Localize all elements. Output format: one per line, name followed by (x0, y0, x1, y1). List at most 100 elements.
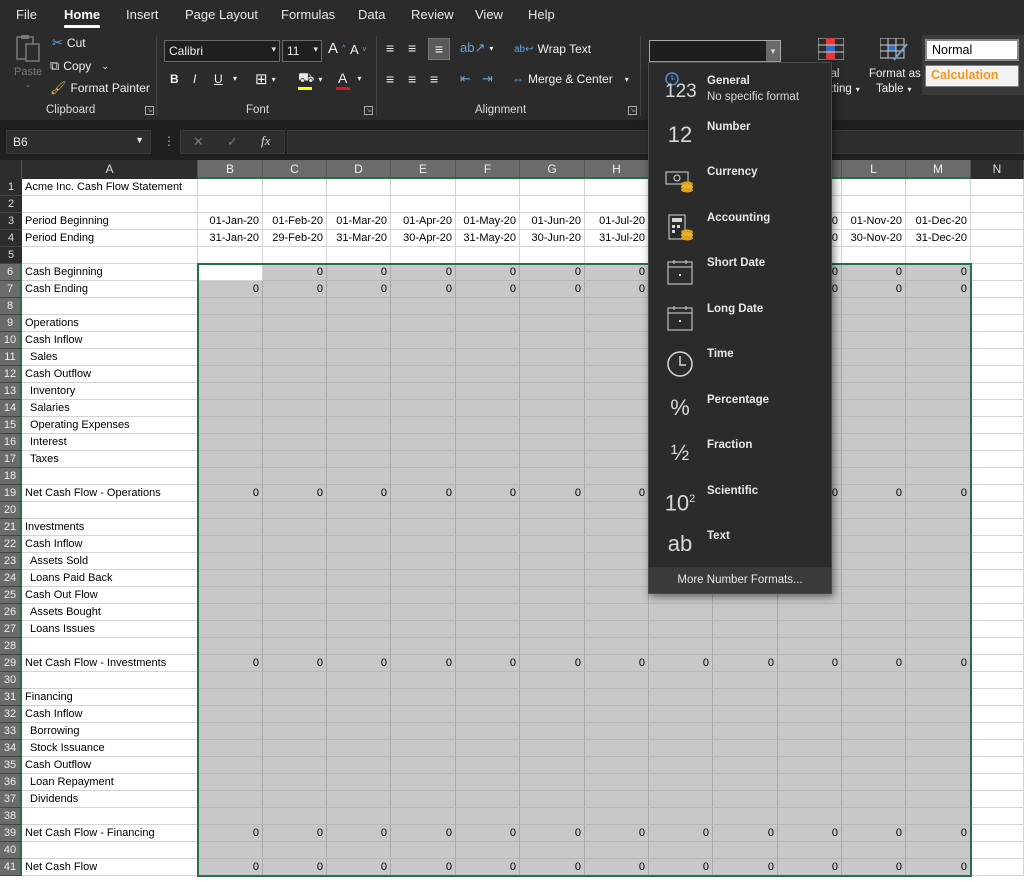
row-header[interactable]: 28 (0, 638, 22, 655)
cell-c15[interactable] (263, 417, 327, 434)
cell-f17[interactable] (456, 451, 520, 468)
cell-f37[interactable] (456, 791, 520, 808)
cell-j35[interactable] (713, 757, 778, 774)
cell-l33[interactable] (842, 723, 906, 740)
cell-a13[interactable]: Inventory (22, 383, 198, 400)
cell-e9[interactable] (391, 315, 456, 332)
cell-d3[interactable]: 01-Mar-20 (327, 213, 391, 230)
cell-f31[interactable] (456, 689, 520, 706)
cell-a28[interactable] (22, 638, 198, 655)
cell-h26[interactable] (585, 604, 649, 621)
calculation-style[interactable]: Calculation (925, 65, 1019, 87)
cell-e18[interactable] (391, 468, 456, 485)
cell-l21[interactable] (842, 519, 906, 536)
cell-i30[interactable] (649, 672, 713, 689)
cell-e36[interactable] (391, 774, 456, 791)
cell-b27[interactable] (198, 621, 263, 638)
cell-g37[interactable] (520, 791, 585, 808)
cell-k29[interactable]: 0 (778, 655, 842, 672)
number-format-scientific[interactable]: 102 Scientific (649, 476, 831, 521)
borders-button[interactable]: ⊞ ▾ (255, 70, 276, 88)
cell-m13[interactable] (906, 383, 971, 400)
cell-d18[interactable] (327, 468, 391, 485)
cell-n28[interactable] (971, 638, 1024, 655)
cell-l17[interactable] (842, 451, 906, 468)
cell-c41[interactable]: 0 (263, 859, 327, 876)
cell-b4[interactable]: 31-Jan-20 (198, 230, 263, 247)
cell-l38[interactable] (842, 808, 906, 825)
cell-e3[interactable]: 01-Apr-20 (391, 213, 456, 230)
cell-l26[interactable] (842, 604, 906, 621)
cell-d1[interactable] (327, 179, 391, 196)
cell-e30[interactable] (391, 672, 456, 689)
cell-f19[interactable]: 0 (456, 485, 520, 502)
cell-e40[interactable] (391, 842, 456, 859)
cell-d2[interactable] (327, 196, 391, 213)
cell-f39[interactable]: 0 (456, 825, 520, 842)
copy-button[interactable]: ⧉ Copy ⌄ (50, 58, 109, 74)
normal-style[interactable]: Normal (925, 39, 1019, 61)
increase-font-size-button[interactable]: A ^ (328, 40, 345, 57)
cell-a18[interactable] (22, 468, 198, 485)
top-align-button[interactable]: ≡ (386, 40, 394, 56)
bottom-align-button[interactable]: ≡ (428, 38, 450, 60)
column-header-g[interactable]: G (520, 160, 585, 179)
format-as-table-button-line2[interactable]: Table ▾ (876, 83, 912, 95)
cell-j41[interactable]: 0 (713, 859, 778, 876)
cut-button[interactable]: ✂ Cut (52, 35, 86, 51)
cell-g26[interactable] (520, 604, 585, 621)
cell-c28[interactable] (263, 638, 327, 655)
cell-b28[interactable] (198, 638, 263, 655)
cell-d28[interactable] (327, 638, 391, 655)
cell-b12[interactable] (198, 366, 263, 383)
column-header-d[interactable]: D (327, 160, 391, 179)
cell-f27[interactable] (456, 621, 520, 638)
cell-c25[interactable] (263, 587, 327, 604)
cell-a26[interactable]: Assets Bought (22, 604, 198, 621)
cell-d32[interactable] (327, 706, 391, 723)
cell-b34[interactable] (198, 740, 263, 757)
cell-a22[interactable]: Cash Inflow (22, 536, 198, 553)
clipboard-launcher-icon[interactable]: ↘ (145, 106, 154, 115)
cell-g33[interactable] (520, 723, 585, 740)
cell-h8[interactable] (585, 298, 649, 315)
cell-c31[interactable] (263, 689, 327, 706)
cell-d7[interactable]: 0 (327, 281, 391, 298)
cell-a11[interactable]: Sales (22, 349, 198, 366)
cell-e25[interactable] (391, 587, 456, 604)
cell-g39[interactable]: 0 (520, 825, 585, 842)
column-header-f[interactable]: F (456, 160, 520, 179)
cell-d31[interactable] (327, 689, 391, 706)
cell-d34[interactable] (327, 740, 391, 757)
cell-c2[interactable] (263, 196, 327, 213)
cell-a10[interactable]: Cash Inflow (22, 332, 198, 349)
cell-d38[interactable] (327, 808, 391, 825)
cell-g35[interactable] (520, 757, 585, 774)
row-header[interactable]: 37 (0, 791, 22, 808)
cell-f26[interactable] (456, 604, 520, 621)
cell-b41[interactable]: 0 (198, 859, 263, 876)
cell-k34[interactable] (778, 740, 842, 757)
cell-n9[interactable] (971, 315, 1024, 332)
cell-j30[interactable] (713, 672, 778, 689)
cell-l1[interactable] (842, 179, 906, 196)
cell-e19[interactable]: 0 (391, 485, 456, 502)
cell-a6[interactable]: Cash Beginning (22, 264, 198, 281)
cell-f2[interactable] (456, 196, 520, 213)
cell-h41[interactable]: 0 (585, 859, 649, 876)
cell-f40[interactable] (456, 842, 520, 859)
cell-n15[interactable] (971, 417, 1024, 434)
cell-h22[interactable] (585, 536, 649, 553)
cell-c34[interactable] (263, 740, 327, 757)
cell-n38[interactable] (971, 808, 1024, 825)
cell-d15[interactable] (327, 417, 391, 434)
cell-c32[interactable] (263, 706, 327, 723)
cell-k32[interactable] (778, 706, 842, 723)
cell-m9[interactable] (906, 315, 971, 332)
cell-b25[interactable] (198, 587, 263, 604)
cell-i37[interactable] (649, 791, 713, 808)
cell-m1[interactable] (906, 179, 971, 196)
cell-h38[interactable] (585, 808, 649, 825)
cell-b37[interactable] (198, 791, 263, 808)
enter-icon[interactable]: ✓ (227, 134, 238, 150)
